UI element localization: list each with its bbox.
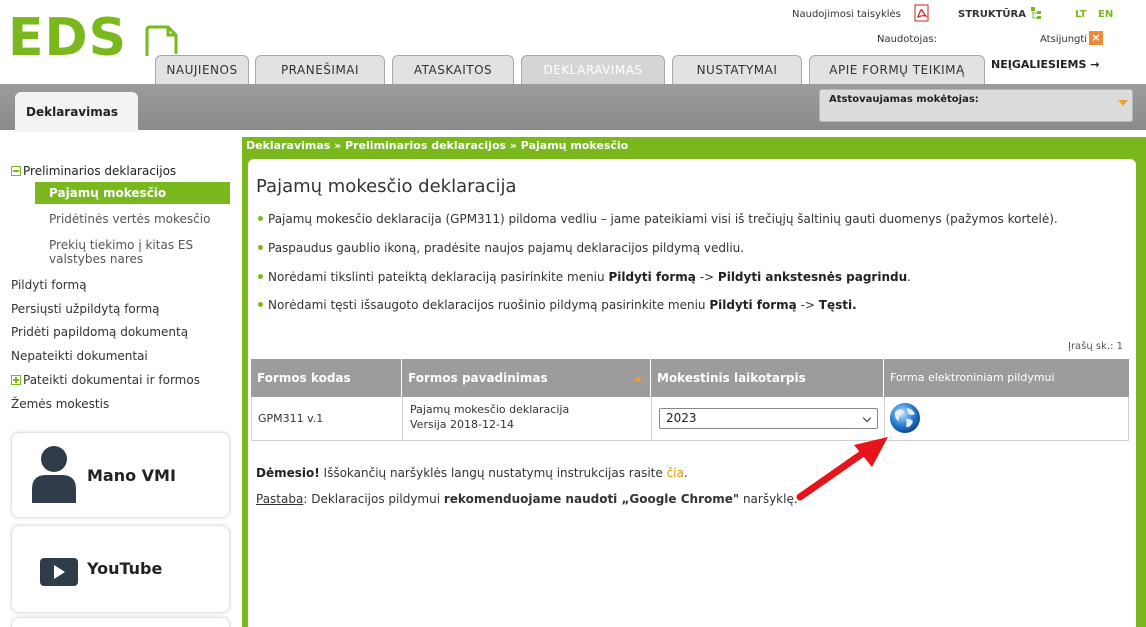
lang-lt-link[interactable]: LT — [1075, 9, 1087, 20]
bullet-icon — [258, 274, 263, 279]
column-header-name[interactable]: Formos pavadinimas — [402, 359, 650, 397]
red-arrow-icon — [796, 437, 888, 501]
sidebar-item-label: Prekių tiekimo į kitas ES — [49, 238, 194, 252]
page-title: Pajamų mokesčio deklaracija — [256, 176, 517, 197]
sidebar-item-pajamu-mokescio[interactable]: Pajamų mokesčio — [35, 182, 230, 204]
accessibility-link[interactable]: NEĮGALIESIEMS → — [991, 58, 1099, 71]
info-bullet: Paspaudus gaublio ikoną, pradėsite naujo… — [258, 241, 744, 255]
payer-label: Atstovaujamas mokėtojas: — [829, 94, 979, 105]
sidebar-item-pateikti[interactable]: Pateikti dokumentai ir formos — [11, 373, 200, 387]
bullet-icon — [258, 216, 263, 221]
sort-icon[interactable] — [634, 376, 642, 381]
record-count: Įrašų sk.: 1 — [1068, 341, 1124, 352]
info-bullet: Norėdami tęsti išsaugoto deklaracijos ru… — [258, 298, 857, 312]
tab-apie-formu-teikima[interactable]: APIE FORMŲ TEIKIMĄ — [809, 55, 985, 85]
sidebar-item-persiusti[interactable]: Persiųsti užpildytą formą — [11, 302, 160, 316]
lang-en-link[interactable]: EN — [1098, 9, 1113, 20]
play-icon — [40, 558, 78, 586]
sidebar-item-pildyti[interactable]: Pildyti formą — [11, 278, 87, 292]
tab-ataskaitos[interactable]: ATASKAITOS — [392, 55, 514, 85]
sidebar-item-label: valstybes nares — [49, 252, 144, 266]
mano-vmi-card[interactable]: Mano VMI — [11, 432, 230, 518]
sidebar-item-zemes[interactable]: Žemės mokestis — [11, 397, 109, 411]
bullet-icon — [258, 245, 263, 250]
tab-naujienos[interactable]: NAUJIENOS — [155, 55, 249, 85]
divider — [402, 397, 403, 441]
instructions-link[interactable]: čia — [667, 466, 684, 480]
table-row: GPM311 v.1 Pajamų mokesčio deklaracija V… — [251, 397, 1129, 441]
logout-link[interactable]: Atsijungti — [1040, 34, 1087, 45]
breadcrumb[interactable]: Deklaravimas » Preliminarios deklaracijo… — [246, 139, 628, 152]
sidebar-item-label: Pateikti dokumentai ir formos — [23, 373, 200, 387]
structure-link[interactable]: STRUKTŪRA — [958, 9, 1026, 20]
chevron-down-icon — [862, 413, 872, 423]
sidebar-item-prideti[interactable]: Pridėti papildomą dokumentą — [11, 325, 188, 339]
form-code-cell: GPM311 v.1 — [258, 412, 324, 425]
divider — [651, 397, 652, 441]
mano-vmi-label: Mano VMI — [87, 466, 176, 485]
info-bullet: Norėdami tikslinti pateiktą deklaraciją … — [258, 270, 911, 284]
section-tab-deklaravimas[interactable]: Deklaravimas — [15, 92, 138, 132]
info-bullet: Pajamų mokesčio deklaracija (GPM311) pil… — [258, 212, 1058, 226]
sidebar-item-prekiu-tiekimo[interactable]: Prekių tiekimo į kitas ES valstybes nare… — [49, 238, 193, 266]
notice-text: Dėmesio! Iššokančių naršyklės langų nust… — [256, 466, 688, 480]
sidebar-item-nepateikti[interactable]: Nepateikti dokumentai — [11, 349, 148, 363]
payer-select[interactable]: Atstovaujamas mokėtojas: — [819, 89, 1133, 122]
user-label: Naudotojas: — [877, 34, 937, 45]
document-logo-icon — [145, 25, 178, 56]
person-icon — [32, 446, 76, 503]
sidebar-item-label: Preliminarios deklaracijos — [23, 164, 177, 178]
tab-pranesimai[interactable]: PRANEŠIMAI — [255, 55, 385, 85]
column-header-electronic: Forma elektroniniam pildymui — [884, 359, 1129, 397]
form-name-cell: Pajamų mokesčio deklaracija Versija 2018… — [410, 403, 570, 431]
rules-link[interactable]: Naudojimosi taisyklės — [792, 9, 901, 20]
note-text: Pastaba: Deklaracijos pildymui rekomendu… — [256, 492, 798, 506]
collapse-icon[interactable] — [11, 166, 21, 176]
pdf-icon[interactable] — [914, 4, 930, 22]
column-header-code[interactable]: Formos kodas — [251, 359, 401, 397]
bullet-icon — [258, 302, 263, 307]
logo-text: EDS — [8, 8, 128, 68]
column-header-period[interactable]: Mokestinis laikotarpis — [651, 359, 883, 397]
sidebar-card[interactable] — [11, 617, 230, 627]
youtube-label: YouTube — [87, 559, 163, 578]
structure-tree-icon — [1031, 7, 1041, 19]
tab-nustatymai[interactable]: NUSTATYMAI — [672, 55, 802, 85]
chevron-down-icon — [1118, 100, 1128, 106]
sidebar-item-preliminary[interactable]: Preliminarios deklaracijos — [11, 164, 176, 178]
expand-icon[interactable] — [11, 375, 21, 385]
tab-deklaravimas[interactable]: DEKLARAVIMAS — [521, 55, 665, 85]
youtube-card[interactable]: YouTube — [11, 525, 230, 613]
sidebar-item-pvm[interactable]: Pridėtinės vertės mokesčio — [49, 212, 210, 226]
logout-x-icon[interactable]: × — [1089, 31, 1103, 45]
